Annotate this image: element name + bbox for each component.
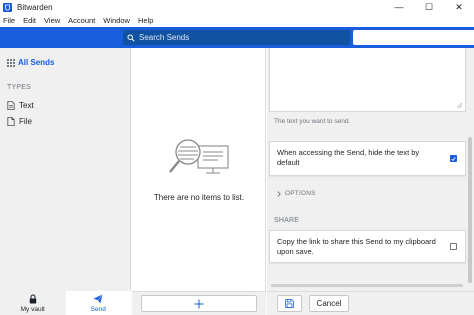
menu-edit[interactable]: Edit (19, 16, 40, 25)
send-detail-panel: The text you want to send. When accessin… (267, 48, 474, 315)
sidebar-item-all-sends[interactable]: All Sends (7, 58, 54, 67)
hide-text-option: When accessing the Send, hide the text b… (269, 141, 466, 176)
window-controls: — ☐ ✕ (384, 0, 474, 14)
send-text-field[interactable] (269, 48, 466, 112)
text-file-icon (7, 101, 15, 110)
file-icon (7, 117, 15, 126)
empty-list-message: There are no items to list. (153, 193, 245, 202)
title-bar: Bitwarden — ☐ ✕ (0, 0, 474, 14)
nav-tab-my-vault[interactable]: My vault (0, 291, 66, 315)
search-input[interactable] (139, 33, 339, 42)
sidebar-item-text[interactable]: Text (7, 101, 34, 110)
bottom-nav: My vault Send (0, 291, 131, 315)
nav-tab-label: Send (90, 305, 106, 313)
menu-bar: File Edit View Account Window Help (0, 14, 474, 27)
hide-text-checkbox[interactable] (450, 155, 457, 162)
paper-plane-icon (93, 293, 103, 303)
app-header (0, 27, 474, 48)
nav-tab-label: My vault (20, 305, 45, 313)
chevron-right-icon (277, 190, 281, 197)
sidebar-item-file[interactable]: File (7, 117, 32, 126)
detail-footer: Cancel (267, 291, 474, 315)
copy-link-checkbox[interactable] (450, 243, 457, 250)
save-icon (285, 299, 294, 308)
copy-link-option: Copy the link to share this Send to my c… (269, 230, 466, 263)
search-icon (127, 33, 135, 42)
menu-help[interactable]: Help (134, 16, 157, 25)
resize-grip-icon[interactable] (457, 103, 462, 108)
options-label: OPTIONS (285, 190, 316, 197)
nav-tab-send[interactable]: Send (65, 291, 131, 315)
add-send-button[interactable] (141, 295, 257, 312)
search-box[interactable] (123, 30, 350, 45)
plus-icon (194, 299, 204, 308)
close-button[interactable]: ✕ (444, 0, 474, 14)
types-heading: TYPES (7, 84, 31, 91)
sidebar: All Sends TYPES Text File My vault Send (0, 48, 131, 315)
horizontal-scrollbar[interactable] (271, 284, 463, 287)
sidebar-item-label: Text (19, 101, 34, 110)
save-button[interactable] (277, 295, 302, 312)
menu-account[interactable]: Account (64, 16, 99, 25)
send-text-help: The text you want to send. (274, 118, 351, 125)
menu-view[interactable]: View (40, 16, 64, 25)
menu-window[interactable]: Window (99, 16, 134, 25)
menu-file[interactable]: File (0, 16, 19, 25)
vertical-scrollbar[interactable] (468, 137, 472, 283)
checkmark-icon (451, 156, 456, 161)
options-toggle[interactable]: OPTIONS (276, 190, 316, 197)
header-right-panel (353, 30, 474, 45)
window-title: Bitwarden (17, 2, 53, 12)
minimize-button[interactable]: — (384, 0, 414, 14)
sidebar-item-label: File (19, 117, 32, 126)
cancel-button[interactable]: Cancel (309, 295, 349, 312)
empty-list-illustration-icon (169, 139, 229, 174)
sidebar-item-label: All Sends (18, 58, 55, 67)
hide-text-label: When accessing the Send, hide the text b… (277, 148, 420, 167)
grid-icon (7, 58, 15, 67)
maximize-button[interactable]: ☐ (414, 0, 444, 14)
list-footer (132, 291, 266, 315)
send-list: There are no items to list. (132, 48, 266, 315)
bitwarden-logo-icon (3, 2, 12, 12)
copy-link-label: Copy the link to share this Send to my c… (277, 237, 436, 256)
lock-icon (29, 294, 36, 303)
share-heading: SHARE (274, 217, 300, 224)
